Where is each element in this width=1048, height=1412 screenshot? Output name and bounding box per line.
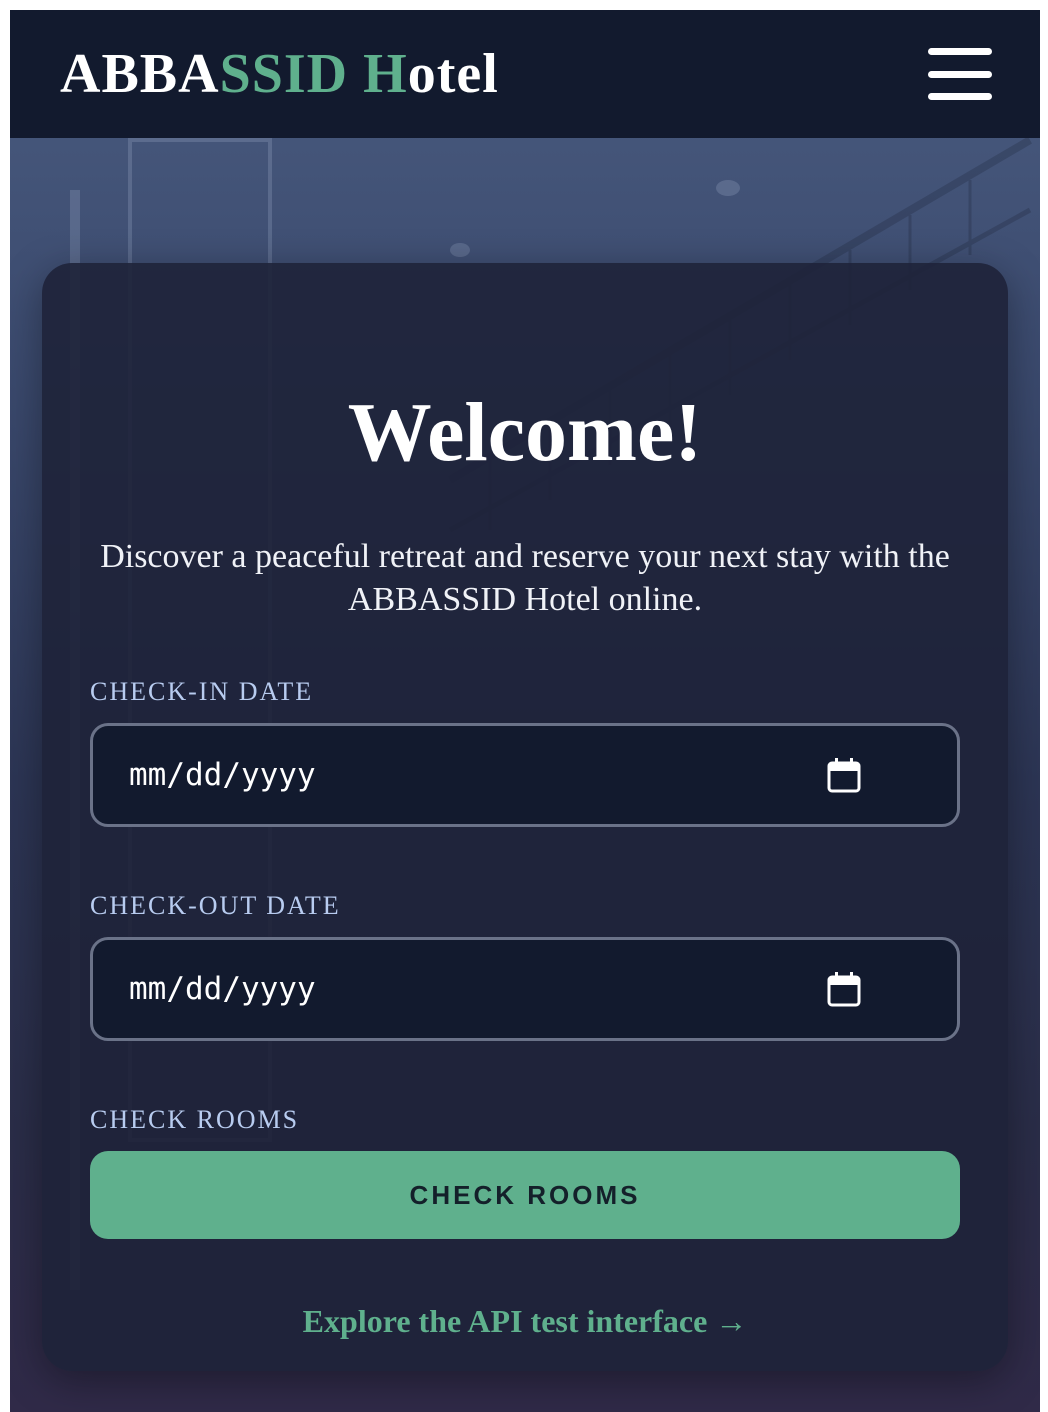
booking-card: Welcome! Discover a peaceful retreat and… — [42, 263, 1008, 1371]
brand-logo[interactable]: ABBASSID Hotel — [60, 42, 499, 106]
brand-text-accent: SSID H — [219, 43, 408, 105]
page-title: Welcome! — [347, 386, 703, 479]
checkin-date-placeholder: mm/dd/yyyy — [129, 757, 316, 793]
checkin-label: CHECK-IN DATE — [90, 677, 314, 706]
brand-text-part3: otel — [407, 43, 499, 105]
check-rooms-label: CHECK ROOMS — [90, 1105, 300, 1134]
checkin-date-input[interactable]: mm/dd/yyyy — [90, 723, 960, 827]
calendar-icon[interactable] — [827, 757, 861, 793]
hamburger-menu-icon[interactable] — [928, 48, 992, 100]
checkout-date-placeholder: mm/dd/yyyy — [129, 971, 316, 1007]
checkout-date-input[interactable]: mm/dd/yyyy — [90, 937, 960, 1041]
hamburger-bar — [928, 48, 992, 55]
check-rooms-button[interactable]: CHECK ROOMS — [90, 1151, 960, 1239]
api-test-link[interactable]: Explore the API test interface → — [90, 1303, 960, 1340]
page-frame: ABBASSID Hotel Welcome! Discover a peace… — [10, 10, 1040, 1412]
checkout-label: CHECK-OUT DATE — [90, 891, 341, 920]
calendar-icon[interactable] — [827, 971, 861, 1007]
hamburger-bar — [928, 70, 992, 78]
page-subtitle: Discover a peaceful retreat and reserve … — [100, 538, 950, 618]
brand-text-part1: ABBA — [60, 43, 220, 105]
top-navbar: ABBASSID Hotel — [10, 10, 1040, 138]
hamburger-bar — [928, 93, 992, 100]
